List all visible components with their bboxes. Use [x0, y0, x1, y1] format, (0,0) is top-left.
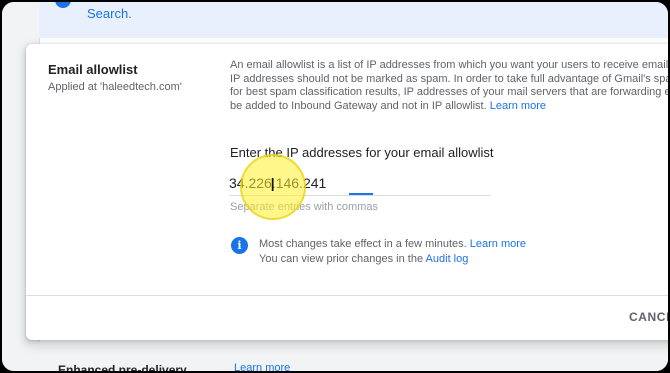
description-line: An email allowlist is a list of IP addre… [230, 59, 668, 71]
setting-description: An email allowlist is a list of IP addre… [230, 59, 668, 113]
description-line: IP addresses should not be marked as spa… [230, 72, 668, 85]
description-learn-more-link[interactable]: Learn more [490, 100, 546, 112]
ip-field-label: Enter the IP addresses for your email al… [230, 145, 494, 160]
enhanced-pre-delivery-title: Enhanced pre-delivery [58, 363, 187, 371]
info-icon: i [231, 237, 248, 254]
audit-log-link[interactable]: Audit log [426, 253, 469, 265]
footer-divider [26, 295, 668, 296]
email-allowlist-dialog: Email allowlist Applied at 'haleedtech.c… [26, 44, 668, 340]
top-banner: Search. [39, 2, 668, 38]
setting-title: Email allowlist [48, 62, 138, 77]
info-message: Most changes take effect in a few minute… [259, 237, 526, 267]
screen-frame: Search. Enhanced pre-delivery Learn more… [2, 2, 668, 371]
info-line-2-text: You can view prior changes in the [259, 253, 424, 265]
setting-scope: Applied at 'haleedtech.com' [48, 81, 182, 93]
info-line-2: You can view prior changes in the Audit … [259, 252, 526, 267]
enhanced-pre-delivery-learn-more-link[interactable]: Learn more [234, 362, 290, 371]
description-line: for best spam classification results, IP… [230, 86, 668, 98]
ip-field-hint: Separate entries with commas [230, 201, 378, 213]
banner-search-link[interactable]: Search. [87, 6, 132, 21]
description-line-text: be added to Inbound Gateway and not in I… [230, 99, 487, 112]
cancel-button[interactable]: CANCEL [629, 310, 668, 324]
info-learn-more-link[interactable]: Learn more [470, 238, 526, 250]
banner-info-icon [55, 2, 71, 8]
info-line-1-text: Most changes take effect in a few minute… [259, 238, 467, 250]
description-line-last: be added to Inbound Gateway and not in I… [230, 100, 668, 114]
info-line-1: Most changes take effect in a few minute… [259, 237, 526, 252]
input-focus-indicator [349, 193, 373, 195]
